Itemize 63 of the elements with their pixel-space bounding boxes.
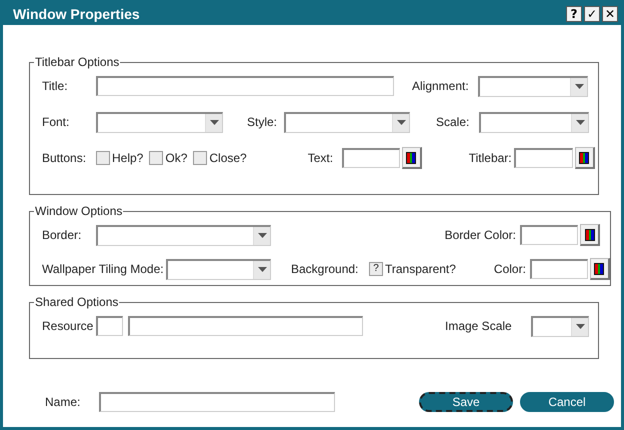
color-picker-button[interactable]	[402, 147, 422, 169]
field-label: Wallpaper Tiling Mode:	[42, 262, 165, 276]
field-label: Image Scale	[445, 319, 513, 333]
input-field[interactable]	[96, 316, 123, 336]
field-label: Style:	[247, 115, 278, 129]
window-title: Window Properties	[13, 6, 141, 22]
input-field[interactable]	[530, 259, 588, 279]
input-field[interactable]	[342, 148, 400, 168]
field-label: Color:	[492, 262, 526, 276]
input-field[interactable]	[128, 316, 363, 336]
input-field[interactable]	[520, 225, 578, 245]
field-label: Close?	[209, 151, 247, 165]
field-label: Transparent?	[385, 262, 456, 276]
input-field[interactable]	[96, 76, 394, 96]
field-label: Alignment:	[412, 79, 470, 93]
dropdown-arrow-icon	[576, 324, 584, 329]
dropdown-arrow-icon	[396, 120, 406, 125]
field-label: Resource	[42, 319, 94, 333]
dialog-button[interactable]: Cancel	[520, 392, 614, 412]
field-label: Border:	[42, 228, 82, 242]
dropdown[interactable]	[96, 224, 271, 246]
field-label: Ok?	[165, 151, 188, 165]
field-label: Title:	[42, 79, 69, 93]
dropdown-arrow-icon	[576, 120, 584, 125]
checkbox[interactable]: ?	[369, 262, 383, 276]
dropdown-arrow-icon	[258, 233, 266, 238]
color-picker-button[interactable]	[580, 224, 600, 246]
field-label: Buttons:	[42, 151, 88, 165]
checkbox[interactable]	[149, 151, 164, 165]
field-label: Help?	[112, 151, 144, 165]
field-label: Background:	[291, 262, 360, 276]
dropdown-arrow-icon	[574, 84, 584, 89]
palette-icon	[406, 152, 416, 164]
palette-icon	[584, 228, 594, 240]
checkbox[interactable]	[96, 151, 110, 165]
group-legend: Window Options	[34, 204, 124, 218]
field-label: Text:	[308, 151, 334, 165]
color-picker-button[interactable]	[574, 147, 595, 169]
input-field[interactable]	[514, 148, 573, 168]
title-bar-button[interactable]: ✓	[584, 6, 600, 22]
dropdown[interactable]	[96, 112, 223, 132]
dropdown[interactable]	[284, 112, 410, 132]
field-label: Scale:	[436, 115, 470, 129]
checkbox[interactable]	[193, 151, 208, 165]
color-picker-button[interactable]	[590, 258, 610, 280]
field-label: Border Color:	[444, 228, 516, 242]
dialog-button[interactable]: Save	[419, 392, 513, 412]
title-bar-button[interactable]: ✕	[602, 6, 618, 22]
dropdown[interactable]	[531, 316, 589, 336]
dropdown[interactable]	[478, 76, 588, 96]
dropdown-arrow-icon	[258, 267, 266, 272]
title-bar-button[interactable]: ?	[566, 6, 582, 22]
field-label: Name:	[45, 395, 82, 409]
dropdown[interactable]	[479, 112, 589, 132]
group-legend: Shared Options	[34, 295, 120, 309]
palette-icon	[579, 152, 590, 164]
dropdown[interactable]	[166, 258, 271, 280]
field-label: Titlebar:	[468, 151, 513, 165]
dropdown-arrow-icon	[210, 120, 218, 125]
input-field[interactable]	[99, 392, 335, 412]
field-label: Font:	[42, 115, 70, 129]
group-legend: Titlebar Options	[34, 55, 120, 69]
palette-icon	[594, 262, 604, 274]
